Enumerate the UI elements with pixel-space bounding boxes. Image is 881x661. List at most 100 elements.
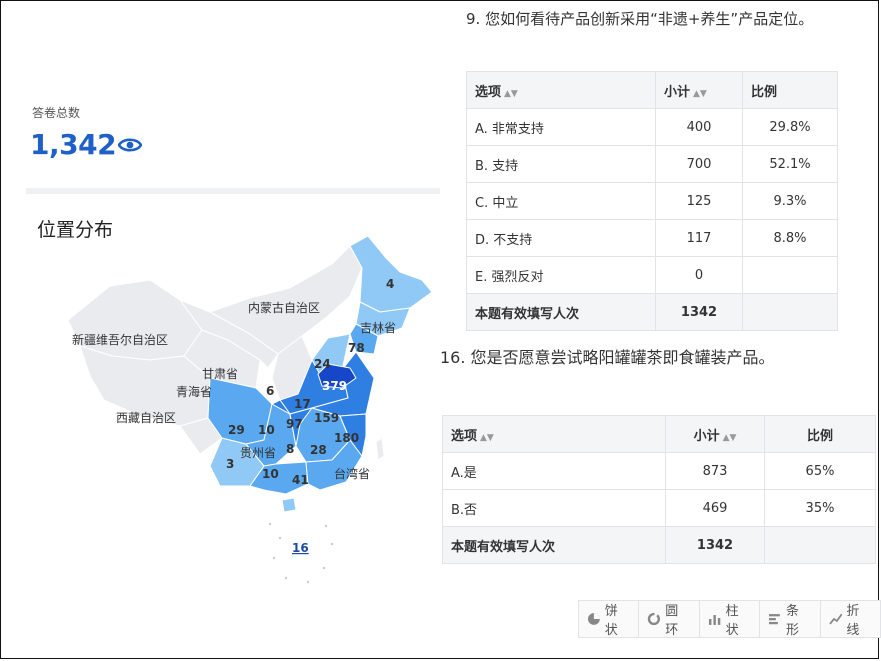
count-chongqing: 10 — [258, 423, 275, 437]
column-header-ratio: 比例 — [764, 415, 876, 453]
pie-chart-label: 饼状 — [604, 604, 618, 638]
count-henan: 17 — [294, 397, 311, 411]
table-header-row: 选项 ▲▼ 小计 ▲▼ 比例 — [466, 71, 838, 109]
table-row: B. 支持 700 52.1% — [466, 145, 838, 183]
label-xizang: 西藏自治区 — [116, 411, 176, 425]
bar-chart-icon — [708, 615, 721, 625]
horizontal-bar-icon — [769, 614, 781, 625]
question-9-table: 选项 ▲▼ 小计 ▲▼ 比例 A. 非常支持 400 29.8% B. 支持 700… — [466, 71, 838, 331]
count-heilongjiang: 4 — [386, 277, 394, 291]
line-chart-icon — [828, 613, 843, 625]
count-hunan: 8 — [286, 442, 294, 456]
region-taiwan[interactable] — [375, 437, 385, 461]
total-empty-cell — [742, 293, 838, 331]
section-divider — [26, 188, 440, 194]
label-nei-menggu: 内蒙古自治区 — [248, 300, 320, 315]
count-guangxi: 10 — [262, 467, 279, 481]
bar-chart-label: 柱状 — [725, 604, 739, 638]
response-count-value: 1,342 — [30, 128, 117, 161]
table-total-row: 本题有效填写人次 1342 — [466, 293, 838, 331]
count-cell: 873 — [665, 452, 765, 490]
option-cell: D. 不支持 — [466, 219, 656, 257]
eye-icon[interactable] — [118, 136, 142, 154]
count-jiangxi: 28 — [310, 443, 327, 457]
column-header-option[interactable]: 选项 ▲▼ — [466, 71, 656, 109]
count-cell: 700 — [655, 145, 743, 183]
bar-chart-button[interactable]: 柱状 — [699, 600, 761, 638]
ratio-cell: 9.3% — [742, 182, 838, 220]
table-row: A. 非常支持 400 29.8% — [466, 108, 838, 146]
horizontal-bar-label: 条形 — [786, 604, 800, 638]
region-heilongjiang[interactable] — [349, 235, 433, 313]
ratio-cell: 65% — [764, 452, 876, 490]
count-cell: 0 — [655, 256, 743, 294]
region-xinjiang[interactable] — [67, 279, 203, 361]
label-xinjiang: 新疆维吾尔自治区 — [72, 332, 168, 347]
donut-chart-label: 圆环 — [665, 604, 679, 638]
count-hainan: 16 — [292, 541, 309, 555]
label-qinghai: 青海省 — [176, 384, 212, 399]
response-count-label: 答卷总数 — [32, 106, 81, 120]
question-16-table: 选项 ▲▼ 小计 ▲▼ 比例 A.是 873 65% B.否 469 35% 本题有… — [442, 415, 876, 564]
table-total-row: 本题有效填写人次 1342 — [442, 526, 876, 564]
donut-chart-icon — [648, 612, 661, 626]
count-shandong: 379 — [322, 379, 347, 393]
donut-chart-button[interactable]: 圆环 — [639, 600, 700, 638]
count-cell: 469 — [665, 489, 765, 527]
chart-type-toolbar: 饼状 圆环 柱状 条形 折线 — [578, 600, 881, 638]
pie-chart-icon — [587, 613, 600, 625]
line-chart-button[interactable]: 折线 — [820, 600, 881, 638]
label-gansu: 甘肃省 — [202, 367, 238, 381]
total-label-cell: 本题有效填写人次 — [442, 526, 666, 564]
count-cell: 400 — [655, 108, 743, 146]
total-empty-cell — [764, 526, 876, 564]
region-hainan[interactable] — [281, 497, 297, 513]
option-cell: C. 中立 — [466, 182, 656, 220]
ratio-cell: 35% — [764, 489, 876, 527]
ratio-cell: 29.8% — [742, 108, 838, 146]
line-chart-label: 折线 — [846, 604, 860, 638]
option-cell: A. 非常支持 — [466, 108, 656, 146]
count-guangdong: 41 — [292, 473, 309, 487]
question-9-title: 9. 您如何看待产品创新采用“非遗+养生”产品定位。 — [466, 10, 814, 28]
sort-icon: ▲▼ — [693, 88, 707, 99]
count-cell: 125 — [655, 182, 743, 220]
count-sichuan: 29 — [228, 423, 245, 437]
sort-icon: ▲▼ — [722, 432, 737, 443]
column-header-option[interactable]: 选项 ▲▼ — [442, 415, 666, 453]
total-label-cell: 本题有效填写人次 — [466, 293, 656, 331]
count-cell: 117 — [655, 219, 743, 257]
count-zhejiang: 180 — [334, 431, 359, 445]
horizontal-bar-button[interactable]: 条形 — [760, 600, 821, 638]
option-cell: E. 强烈反对 — [466, 256, 656, 294]
sort-icon: ▲▼ — [480, 432, 494, 443]
count-beijing: 24 — [314, 357, 331, 371]
total-count-cell: 1342 — [665, 526, 765, 564]
count-liaoning: 78 — [348, 341, 365, 355]
column-header-subtotal[interactable]: 小计 ▲▼ — [655, 71, 743, 109]
column-header-subtotal[interactable]: 小计 ▲▼ — [665, 415, 765, 453]
ratio-cell: 8.8% — [742, 219, 838, 257]
ratio-cell: 52.1% — [742, 145, 838, 183]
table-row: D. 不支持 117 8.8% — [466, 219, 838, 257]
pie-chart-button[interactable]: 饼状 — [578, 600, 640, 638]
ratio-cell — [742, 256, 838, 294]
table-header-row: 选项 ▲▼ 小计 ▲▼ 比例 — [442, 415, 876, 453]
count-ningxia: 6 — [266, 384, 274, 398]
option-cell: B.否 — [442, 489, 666, 527]
column-header-ratio: 比例 — [742, 71, 838, 109]
table-row: E. 强烈反对 0 — [466, 256, 838, 294]
table-row: A.是 873 65% — [442, 452, 876, 490]
count-jiangsu: 159 — [314, 411, 339, 425]
label-taiwan: 台湾省 — [334, 466, 370, 481]
china-location-map: 内蒙古自治区 新疆维吾尔自治区 吉林省 甘肃省 青海省 西藏自治区 贵州省 台湾… — [50, 228, 450, 608]
question-16-title: 16. 您是否愿意尝试略阳罐罐茶即食罐装产品。 — [440, 348, 775, 367]
total-count-cell: 1342 — [655, 293, 743, 331]
table-row: B.否 469 35% — [442, 489, 876, 527]
count-yunnan: 3 — [226, 457, 234, 471]
label-jilin: 吉林省 — [360, 321, 396, 335]
count-hubei: 97 — [286, 417, 303, 431]
sort-icon: ▲▼ — [504, 88, 518, 99]
china-map-svg: 内蒙古自治区 新疆维吾尔自治区 吉林省 甘肃省 青海省 西藏自治区 贵州省 台湾… — [67, 235, 433, 584]
option-cell: B. 支持 — [466, 145, 656, 183]
